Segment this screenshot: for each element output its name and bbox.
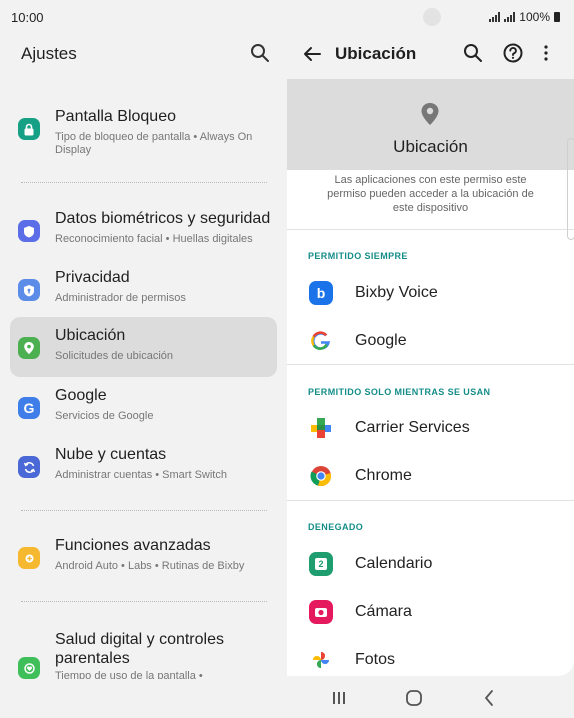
gear-plus-icon — [18, 547, 40, 569]
home-icon[interactable] — [402, 687, 426, 709]
hero-title: Ubicación — [393, 137, 468, 156]
app-name: Carrier Services — [355, 419, 470, 436]
app-name: Google — [355, 332, 407, 349]
lock-icon — [18, 118, 40, 140]
section-header-always: PERMITIDO SIEMPRE — [308, 251, 408, 261]
settings-item-subtitle: Administrar cuentas • Smart Switch — [55, 469, 227, 481]
back-arrow-icon[interactable] — [301, 43, 323, 65]
settings-item-funciones-avanzadas[interactable]: Funciones avanzadas Android Auto • Labs … — [10, 527, 277, 587]
divider — [21, 182, 267, 183]
divider — [287, 500, 574, 501]
carrier-services-icon — [309, 416, 333, 440]
pane-title: Ubicación — [335, 44, 417, 63]
app-item-google[interactable]: Google — [287, 318, 574, 364]
section-header-denied: DENEGADO — [308, 522, 364, 532]
calendar-icon: 2 — [309, 552, 333, 576]
status-icons: 100% — [489, 10, 560, 24]
privacy-icon — [18, 279, 40, 301]
bixby-icon: b — [309, 281, 333, 305]
settings-item-label: Privacidad — [55, 269, 130, 286]
app-item-carrier-services[interactable]: Carrier Services — [287, 405, 574, 451]
help-icon[interactable] — [502, 42, 524, 64]
more-options-icon[interactable] — [538, 42, 554, 64]
permission-description: Las aplicaciones con este permiso este p… — [327, 174, 534, 214]
settings-item-salud-digital[interactable]: Salud digital y controles parentales Tie… — [10, 619, 277, 679]
settings-item-label: Google — [55, 387, 107, 404]
location-icon — [18, 337, 40, 359]
divider — [287, 229, 574, 230]
hero-banner: Ubicación — [287, 79, 574, 170]
app-name: Chrome — [355, 467, 412, 484]
settings-item-label: Datos biométricos y seguridad — [55, 210, 271, 227]
photos-icon — [309, 648, 333, 672]
app-item-camara[interactable]: Cámara — [287, 589, 574, 635]
settings-item-ubicacion[interactable]: Ubicación Solicitudes de ubicación — [10, 317, 277, 377]
battery-percent: 100% — [519, 10, 550, 24]
status-time: 10:00 — [11, 10, 44, 25]
status-bar: 10:00 100% — [0, 0, 574, 34]
settings-item-subtitle: Servicios de Google — [55, 410, 154, 422]
settings-item-label: Nube y cuentas — [55, 446, 167, 463]
camera-icon — [309, 600, 333, 624]
app-name: Fotos — [355, 651, 396, 668]
page-title: Ajustes — [21, 44, 77, 63]
app-bar: Ubicación — [287, 31, 574, 79]
divider — [21, 510, 267, 511]
recents-icon[interactable] — [327, 687, 351, 709]
search-icon[interactable] — [249, 42, 271, 64]
settings-pane: Ajustes Pantalla Bloqueo Tipo de bloqueo… — [0, 34, 287, 679]
chrome-icon — [309, 464, 333, 488]
settings-item-subtitle: Reconocimiento facial • Huellas digitale… — [55, 233, 253, 245]
settings-item-label: Funciones avanzadas — [55, 537, 211, 554]
divider — [287, 364, 574, 365]
signal-icon — [489, 12, 501, 22]
battery-icon — [554, 12, 560, 22]
back-icon[interactable] — [478, 687, 502, 709]
shield-icon — [18, 220, 40, 242]
location-pin-icon — [421, 103, 439, 125]
app-item-calendario[interactable]: 2 Calendario — [287, 541, 574, 587]
divider — [21, 601, 267, 602]
app-name: Calendario — [355, 555, 433, 572]
scrollbar[interactable] — [567, 138, 574, 240]
settings-item-pantalla-bloqueo[interactable]: Pantalla Bloqueo Tipo de bloqueo de pant… — [10, 98, 277, 158]
settings-item-datos-biometricos[interactable]: Datos biométricos y seguridad Reconocimi… — [10, 200, 277, 260]
location-pane: Ubicación Ubicación Las aplicaciones con… — [287, 31, 574, 676]
settings-item-subtitle: Tipo de bloqueo de pantalla • Always On … — [55, 131, 253, 156]
app-item-chrome[interactable]: Chrome — [287, 453, 574, 499]
section-header-while-in-use: PERMITIDO SOLO MIENTRAS SE USAN — [308, 387, 491, 397]
settings-item-subtitle: Android Auto • Labs • Rutinas de Bixby — [55, 560, 245, 572]
app-item-bixby-voice[interactable]: b Bixby Voice — [287, 270, 574, 316]
settings-item-subtitle: Tiempo de uso de la pantalla • — [55, 670, 203, 679]
settings-item-label: Salud digital y controles parentales — [55, 631, 224, 667]
search-icon[interactable] — [462, 42, 484, 64]
app-name: Bixby Voice — [355, 284, 438, 301]
google-g-icon — [309, 329, 333, 353]
digital-wellbeing-icon — [18, 657, 40, 679]
google-icon: G — [18, 397, 40, 419]
app-name: Cámara — [355, 603, 412, 620]
settings-item-label: Pantalla Bloqueo — [55, 108, 176, 125]
navigation-bar — [0, 679, 574, 718]
front-camera — [423, 8, 441, 26]
sync-icon — [18, 456, 40, 478]
settings-item-subtitle: Solicitudes de ubicación — [55, 350, 174, 362]
settings-item-label: Ubicación — [55, 327, 126, 344]
settings-item-google[interactable]: G Google Servicios de Google — [10, 377, 277, 437]
signal-icon — [504, 12, 516, 22]
settings-item-nube-y-cuentas[interactable]: Nube y cuentas Administrar cuentas • Sma… — [10, 436, 277, 496]
settings-item-privacidad[interactable]: Privacidad Administrador de permisos — [10, 259, 277, 319]
settings-item-subtitle: Administrador de permisos — [55, 292, 186, 304]
app-item-fotos[interactable]: Fotos — [287, 637, 574, 676]
